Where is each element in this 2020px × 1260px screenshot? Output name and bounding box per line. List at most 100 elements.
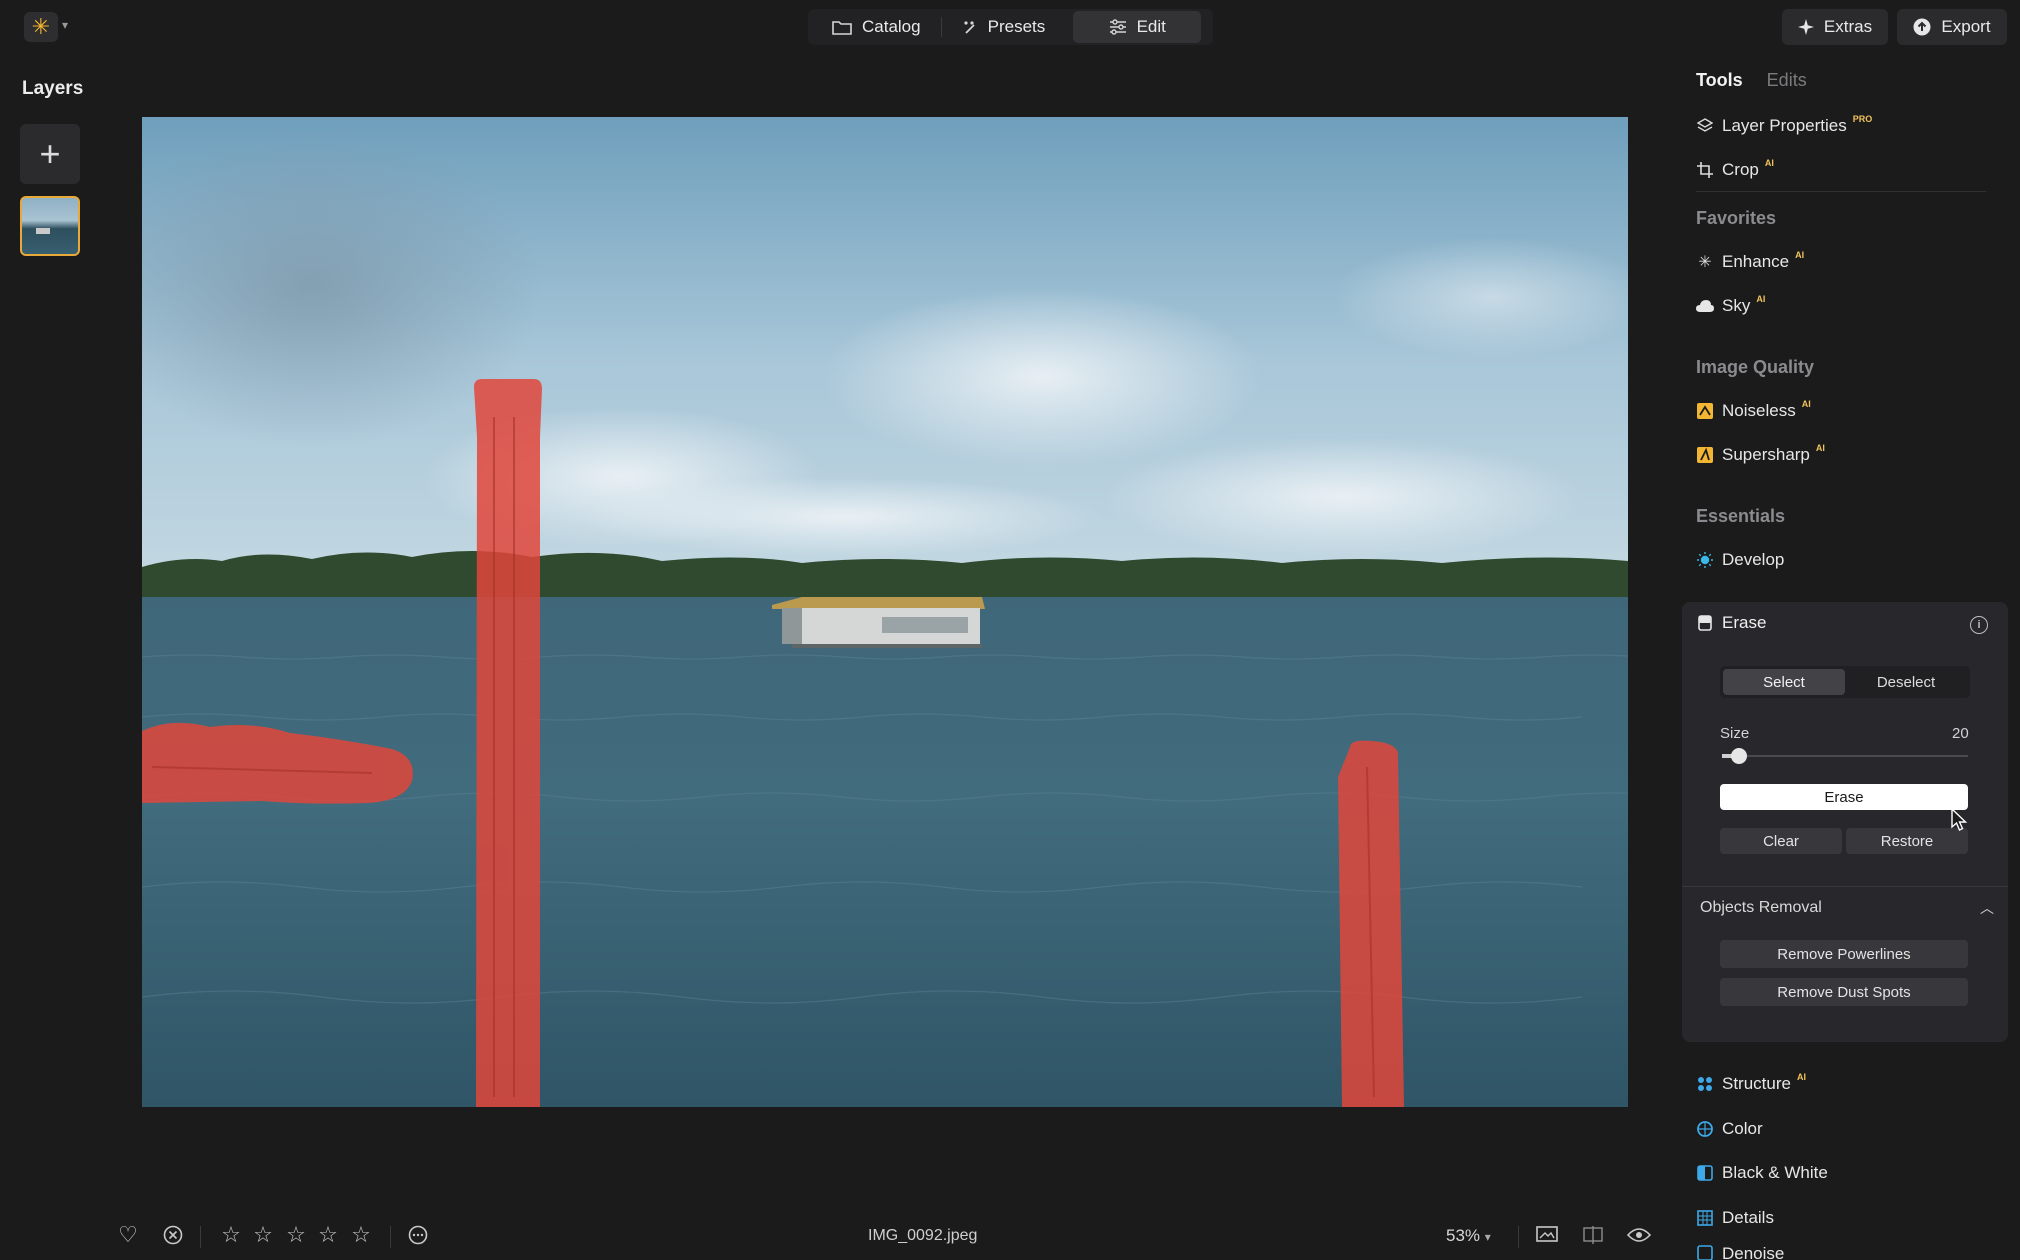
objects-removal-header[interactable]: Objects Removal	[1700, 899, 1822, 917]
presets-icon	[964, 21, 975, 34]
folder-icon	[832, 21, 852, 35]
chevron-up-icon[interactable]: ︿	[1980, 898, 1994, 918]
structure-icon	[1696, 1075, 1714, 1093]
layers-icon	[1696, 117, 1714, 135]
chevron-down-icon: ▾	[1484, 1230, 1491, 1244]
select-deselect-toggle: Select Deselect	[1720, 666, 1970, 698]
tool-label: Denoise	[1722, 1244, 1785, 1260]
size-slider[interactable]	[1722, 755, 1968, 757]
top-bar: ✳ ▾ Catalog Presets Edit Extras Export	[0, 0, 2020, 52]
fit-view-icon[interactable]	[1534, 1222, 1560, 1248]
section-essentials: Essentials	[1696, 506, 1786, 526]
supersharp-icon	[1696, 446, 1714, 464]
ai-badge: AI	[1756, 294, 1766, 304]
tab-catalog[interactable]: Catalog	[812, 11, 941, 43]
crop-icon	[1696, 161, 1714, 179]
chevron-down-icon[interactable]: ▾	[62, 18, 68, 32]
size-value: 20	[1952, 725, 1969, 742]
ai-badge: AI	[1796, 1072, 1806, 1082]
erase-header[interactable]: Erase	[1696, 613, 1766, 633]
tab-presets[interactable]: Presets	[942, 11, 1066, 43]
photo-image	[142, 117, 1628, 1107]
plus-icon: +	[39, 133, 61, 174]
noiseless-icon	[1696, 402, 1714, 420]
tab-catalog-label: Catalog	[862, 17, 921, 36]
ai-badge: AI	[1764, 158, 1774, 168]
pro-badge: PRO	[1852, 114, 1873, 124]
tool-label: Sky	[1722, 296, 1751, 315]
zoom-selector[interactable]: 53% ▾	[1446, 1226, 1491, 1246]
mouse-cursor-icon	[1951, 808, 1968, 831]
deselect-button[interactable]: Deselect	[1845, 669, 1967, 695]
details-icon	[1696, 1209, 1714, 1227]
color-wheel-icon	[1696, 1120, 1714, 1138]
size-label: Size	[1720, 725, 1750, 742]
tool-label: Structure	[1722, 1074, 1791, 1093]
compare-icon[interactable]	[1580, 1222, 1606, 1248]
sliders-icon	[1109, 19, 1126, 35]
tab-edit[interactable]: Edit	[1073, 11, 1202, 43]
tool-label: Crop	[1722, 160, 1759, 179]
tool-label: Supersharp	[1722, 445, 1810, 464]
erase-title: Erase	[1722, 613, 1767, 632]
reject-icon[interactable]	[160, 1222, 186, 1248]
tool-layer-properties[interactable]: Layer Properties PRO	[1696, 111, 1872, 141]
divider	[1682, 886, 2008, 887]
tool-black-white[interactable]: Black & White	[1696, 1158, 1828, 1188]
tool-sky[interactable]: Sky AI	[1696, 291, 1765, 321]
tool-enhance[interactable]: ✳ Enhance AI	[1696, 247, 1804, 277]
tool-supersharp[interactable]: Supersharp AI	[1696, 440, 1825, 470]
tool-label: Layer Properties	[1722, 116, 1847, 135]
tool-structure[interactable]: Structure AI	[1696, 1069, 1806, 1099]
ai-badge: AI	[1815, 443, 1825, 453]
erase-button[interactable]: Erase	[1720, 784, 1968, 810]
export-button[interactable]: Export	[1897, 9, 2007, 45]
sparkle-icon	[1797, 19, 1814, 35]
tab-edits[interactable]: Edits	[1767, 70, 1807, 91]
heart-icon[interactable]: ♡	[115, 1222, 141, 1248]
divider	[1696, 191, 1986, 192]
star-4-icon[interactable]: ☆	[315, 1222, 341, 1248]
app-logo-icon[interactable]: ✳	[24, 12, 58, 42]
remove-dust-spots-button[interactable]: Remove Dust Spots	[1720, 978, 1968, 1006]
sun-icon	[1696, 551, 1714, 569]
denoise-icon	[1696, 1244, 1714, 1260]
black-white-icon	[1696, 1164, 1714, 1182]
more-icon[interactable]	[405, 1222, 431, 1248]
section-favorites: Favorites	[1696, 208, 1777, 228]
remove-powerlines-button[interactable]: Remove Powerlines	[1720, 940, 1968, 968]
tool-details[interactable]: Details	[1696, 1203, 1774, 1233]
tab-tools[interactable]: Tools	[1696, 70, 1743, 91]
select-button[interactable]: Select	[1723, 669, 1845, 695]
ai-badge: AI	[1795, 250, 1805, 260]
tool-noiseless[interactable]: Noiseless AI	[1696, 396, 1811, 426]
star-5-icon[interactable]: ☆	[348, 1222, 374, 1248]
tool-develop[interactable]: Develop	[1696, 545, 1784, 575]
divider	[390, 1226, 391, 1248]
star-1-icon[interactable]: ☆	[218, 1222, 244, 1248]
tool-label: Color	[1722, 1119, 1763, 1138]
add-layer-button[interactable]: +	[20, 124, 80, 184]
tool-label: Enhance	[1722, 252, 1790, 271]
export-icon	[1913, 18, 1931, 36]
info-icon[interactable]: i	[1970, 616, 1988, 634]
eye-icon[interactable]	[1626, 1222, 1652, 1248]
photo-canvas[interactable]	[142, 117, 1628, 1107]
star-3-icon[interactable]: ☆	[283, 1222, 309, 1248]
ai-badge: AI	[1801, 399, 1811, 409]
extras-button[interactable]: Extras	[1782, 9, 1888, 45]
tools-tabs: Tools Edits	[1696, 70, 1807, 91]
tool-color[interactable]: Color	[1696, 1114, 1763, 1144]
tab-edit-label: Edit	[1136, 17, 1166, 36]
tool-crop[interactable]: Crop AI	[1696, 155, 1774, 185]
tool-denoise[interactable]: Denoise	[1696, 1244, 1784, 1260]
divider	[1518, 1226, 1519, 1248]
clear-button[interactable]: Clear	[1720, 828, 1842, 854]
mode-switcher: Catalog Presets Edit	[808, 9, 1213, 45]
layer-thumbnail[interactable]	[20, 196, 80, 256]
enhance-icon: ✳	[1698, 254, 1712, 271]
cloud-icon	[1696, 297, 1714, 315]
tool-label: Develop	[1722, 550, 1785, 569]
star-2-icon[interactable]: ☆	[250, 1222, 276, 1248]
section-image-quality: Image Quality	[1696, 357, 1815, 377]
